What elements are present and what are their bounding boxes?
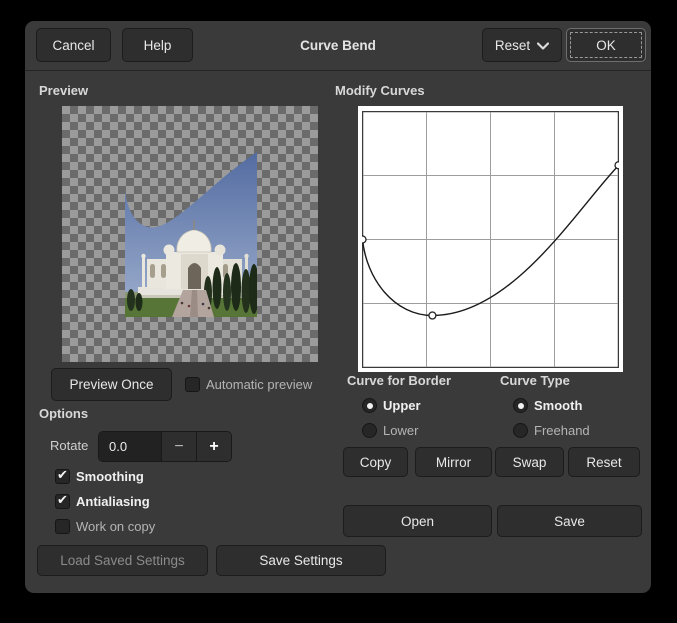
antialiasing-label: Antialiasing [76, 494, 150, 509]
curve-for-border-label: Curve for Border [347, 373, 451, 388]
automatic-preview-label: Automatic preview [206, 377, 312, 392]
help-button[interactable]: Help [122, 28, 193, 62]
reset-curve-button[interactable]: Reset [568, 447, 640, 477]
swap-button[interactable]: Swap [495, 447, 564, 477]
radio-icon[interactable] [362, 423, 377, 438]
checkbox-icon[interactable] [55, 519, 70, 534]
swap-button-label: Swap [513, 455, 547, 470]
border-lower-label: Lower [383, 423, 418, 438]
type-freehand-radio[interactable]: Freehand [513, 423, 590, 438]
reset-curve-button-label: Reset [586, 455, 621, 470]
preview-once-button[interactable]: Preview Once [51, 368, 172, 401]
copy-button-label: Copy [360, 455, 392, 470]
open-button-label: Open [401, 514, 434, 529]
work-on-copy-label: Work on copy [76, 519, 155, 534]
copy-button[interactable]: Copy [343, 447, 408, 477]
radio-icon[interactable] [513, 423, 528, 438]
preview-section-label: Preview [39, 83, 88, 98]
load-saved-settings-button[interactable]: Load Saved Settings [37, 545, 208, 576]
preview-once-label: Preview Once [69, 377, 153, 392]
save-button[interactable]: Save [497, 505, 642, 537]
rotate-label: Rotate [50, 438, 88, 453]
curve-canvas[interactable] [362, 111, 619, 368]
type-smooth-radio[interactable]: Smooth [513, 398, 582, 413]
rotate-input[interactable]: 0.0 [99, 432, 161, 461]
type-freehand-label: Freehand [534, 423, 590, 438]
rotate-spinner: 0.0 − + [98, 431, 232, 462]
type-smooth-label: Smooth [534, 398, 582, 413]
border-upper-radio[interactable]: Upper [362, 398, 421, 413]
load-saved-settings-label: Load Saved Settings [60, 553, 185, 568]
reset-dropdown-button[interactable]: Reset [482, 28, 562, 62]
curve-editor[interactable] [358, 106, 623, 372]
save-settings-button[interactable]: Save Settings [216, 545, 386, 576]
curve-type-label: Curve Type [500, 373, 570, 388]
ok-button[interactable]: OK [566, 28, 646, 62]
reset-dropdown-label: Reset [495, 38, 530, 53]
radio-icon[interactable] [513, 398, 528, 413]
options-section-label: Options [39, 406, 88, 421]
preview-area[interactable] [62, 106, 318, 362]
smoothing-label: Smoothing [76, 469, 144, 484]
checkbox-icon[interactable] [55, 494, 70, 509]
dialog-header: Curve Bend Cancel Help Reset OK [25, 21, 651, 71]
taj-mahal-scene [125, 146, 259, 317]
rotate-decrement-button[interactable]: − [161, 432, 196, 461]
ok-button-label: OK [596, 38, 616, 53]
checkbox-icon[interactable] [55, 469, 70, 484]
mirror-button[interactable]: Mirror [415, 447, 492, 477]
chevron-down-icon [537, 42, 549, 50]
cancel-button-label: Cancel [52, 38, 94, 53]
bent-image-preview [62, 106, 318, 362]
radio-icon[interactable] [362, 398, 377, 413]
save-settings-label: Save Settings [259, 553, 342, 568]
border-upper-label: Upper [383, 398, 421, 413]
smoothing-checkbox[interactable]: Smoothing [55, 469, 144, 484]
checkbox-icon[interactable] [185, 377, 200, 392]
cancel-button[interactable]: Cancel [36, 28, 111, 62]
curve-bend-dialog: Curve Bend Cancel Help Reset OK Preview [25, 21, 651, 593]
save-button-label: Save [554, 514, 585, 529]
antialiasing-checkbox[interactable]: Antialiasing [55, 494, 150, 509]
automatic-preview-checkbox[interactable]: Automatic preview [185, 377, 312, 392]
help-button-label: Help [144, 38, 172, 53]
mirror-button-label: Mirror [436, 455, 471, 470]
open-button[interactable]: Open [343, 505, 492, 537]
border-lower-radio[interactable]: Lower [362, 423, 418, 438]
rotate-increment-button[interactable]: + [196, 432, 231, 461]
work-on-copy-checkbox[interactable]: Work on copy [55, 519, 155, 534]
modify-curves-section-label: Modify Curves [335, 83, 425, 98]
